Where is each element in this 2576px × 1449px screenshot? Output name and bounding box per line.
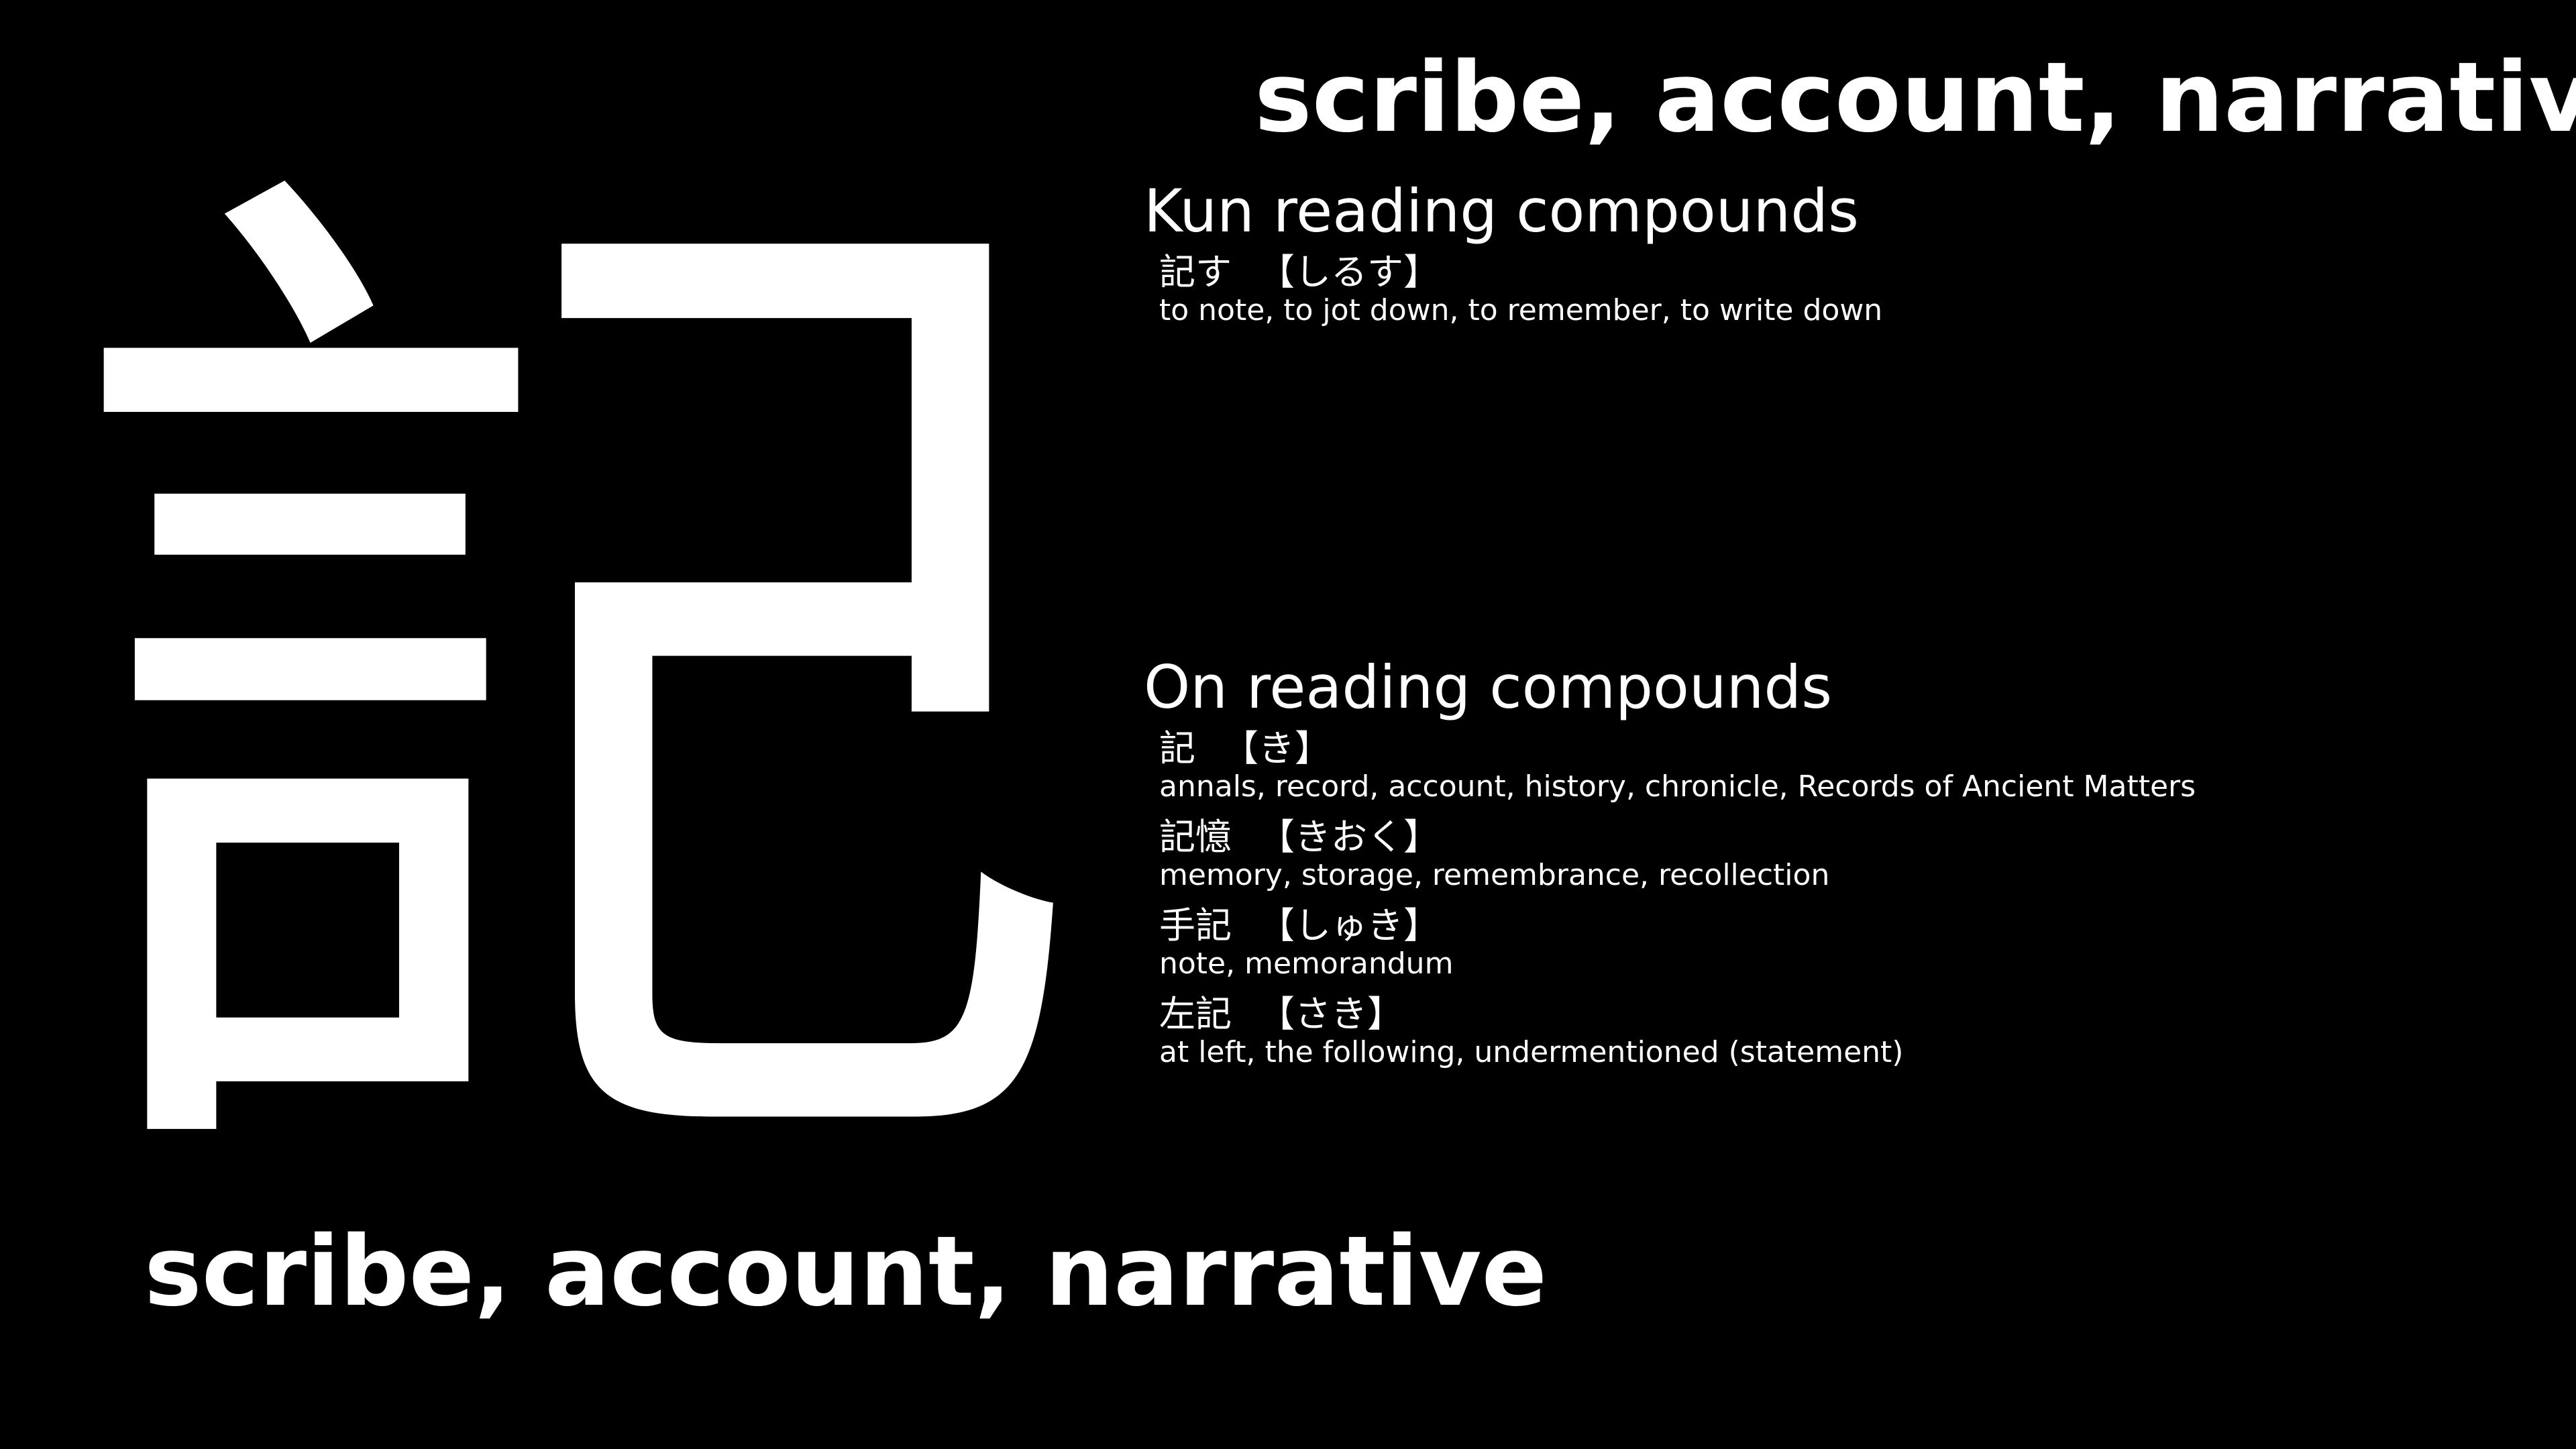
kun-reading-section: Kun reading compounds 記す 【しるす】 to note, t… bbox=[1144, 176, 2485, 328]
compound-word: 記憶 bbox=[1159, 816, 1232, 858]
compound-item: 左記 【さき】 at left, the following, underment… bbox=[1159, 994, 2485, 1070]
kun-reading-heading: Kun reading compounds bbox=[1144, 176, 1859, 246]
compound-meaning: annals, record, account, history, chroni… bbox=[1159, 769, 2196, 804]
compound-item: 記憶 【きおく】 memory, storage, remembrance, re… bbox=[1159, 816, 2485, 893]
compound-word-line: 記憶 【きおく】 bbox=[1159, 816, 2485, 858]
compound-item: 手記 【しゅき】 note, memorandum bbox=[1159, 905, 2485, 981]
compound-word-line: 左記 【さき】 bbox=[1159, 994, 2485, 1035]
large-kanji: 記 bbox=[60, 97, 1093, 1299]
compound-reading: 【きおく】 bbox=[1258, 816, 1440, 858]
kanji-meaning-caption: scribe, account, narrative bbox=[144, 1215, 1548, 1328]
on-reading-section: On reading compounds 記【き】 annals, record… bbox=[1144, 652, 2485, 1070]
compound-word: 記す bbox=[1159, 251, 1232, 293]
compound-word-line: 手記 【しゅき】 bbox=[1159, 905, 2485, 947]
compound-reading: 【き】 bbox=[1222, 727, 1331, 769]
compound-reading: 【しゅき】 bbox=[1258, 904, 1440, 947]
on-reading-heading: On reading compounds bbox=[1144, 653, 1833, 722]
compound-item: 記す 【しるす】 to note, to jot down, to remembe… bbox=[1159, 252, 2485, 328]
compound-word-line: 記【き】 bbox=[1159, 728, 2485, 769]
compound-word: 記 bbox=[1159, 727, 1195, 769]
compound-item: 記【き】 annals, record, account, history, c… bbox=[1159, 728, 2485, 804]
compound-word-line: 記す 【しるす】 bbox=[1159, 252, 2485, 293]
compound-reading: 【さき】 bbox=[1258, 993, 1403, 1035]
compound-meaning: to note, to jot down, to remember, to wr… bbox=[1159, 293, 1883, 327]
compound-word: 左記 bbox=[1159, 993, 1232, 1035]
compound-meaning: memory, storage, remembrance, recollecti… bbox=[1159, 858, 1830, 892]
kanji-meaning-header: scribe, account, narrative bbox=[1254, 41, 2576, 154]
compound-meaning: at left, the following, undermentioned (… bbox=[1159, 1035, 1904, 1069]
compound-reading: 【しるす】 bbox=[1258, 251, 1440, 293]
compound-meaning: note, memorandum bbox=[1159, 947, 1454, 981]
compound-word: 手記 bbox=[1159, 904, 1232, 947]
